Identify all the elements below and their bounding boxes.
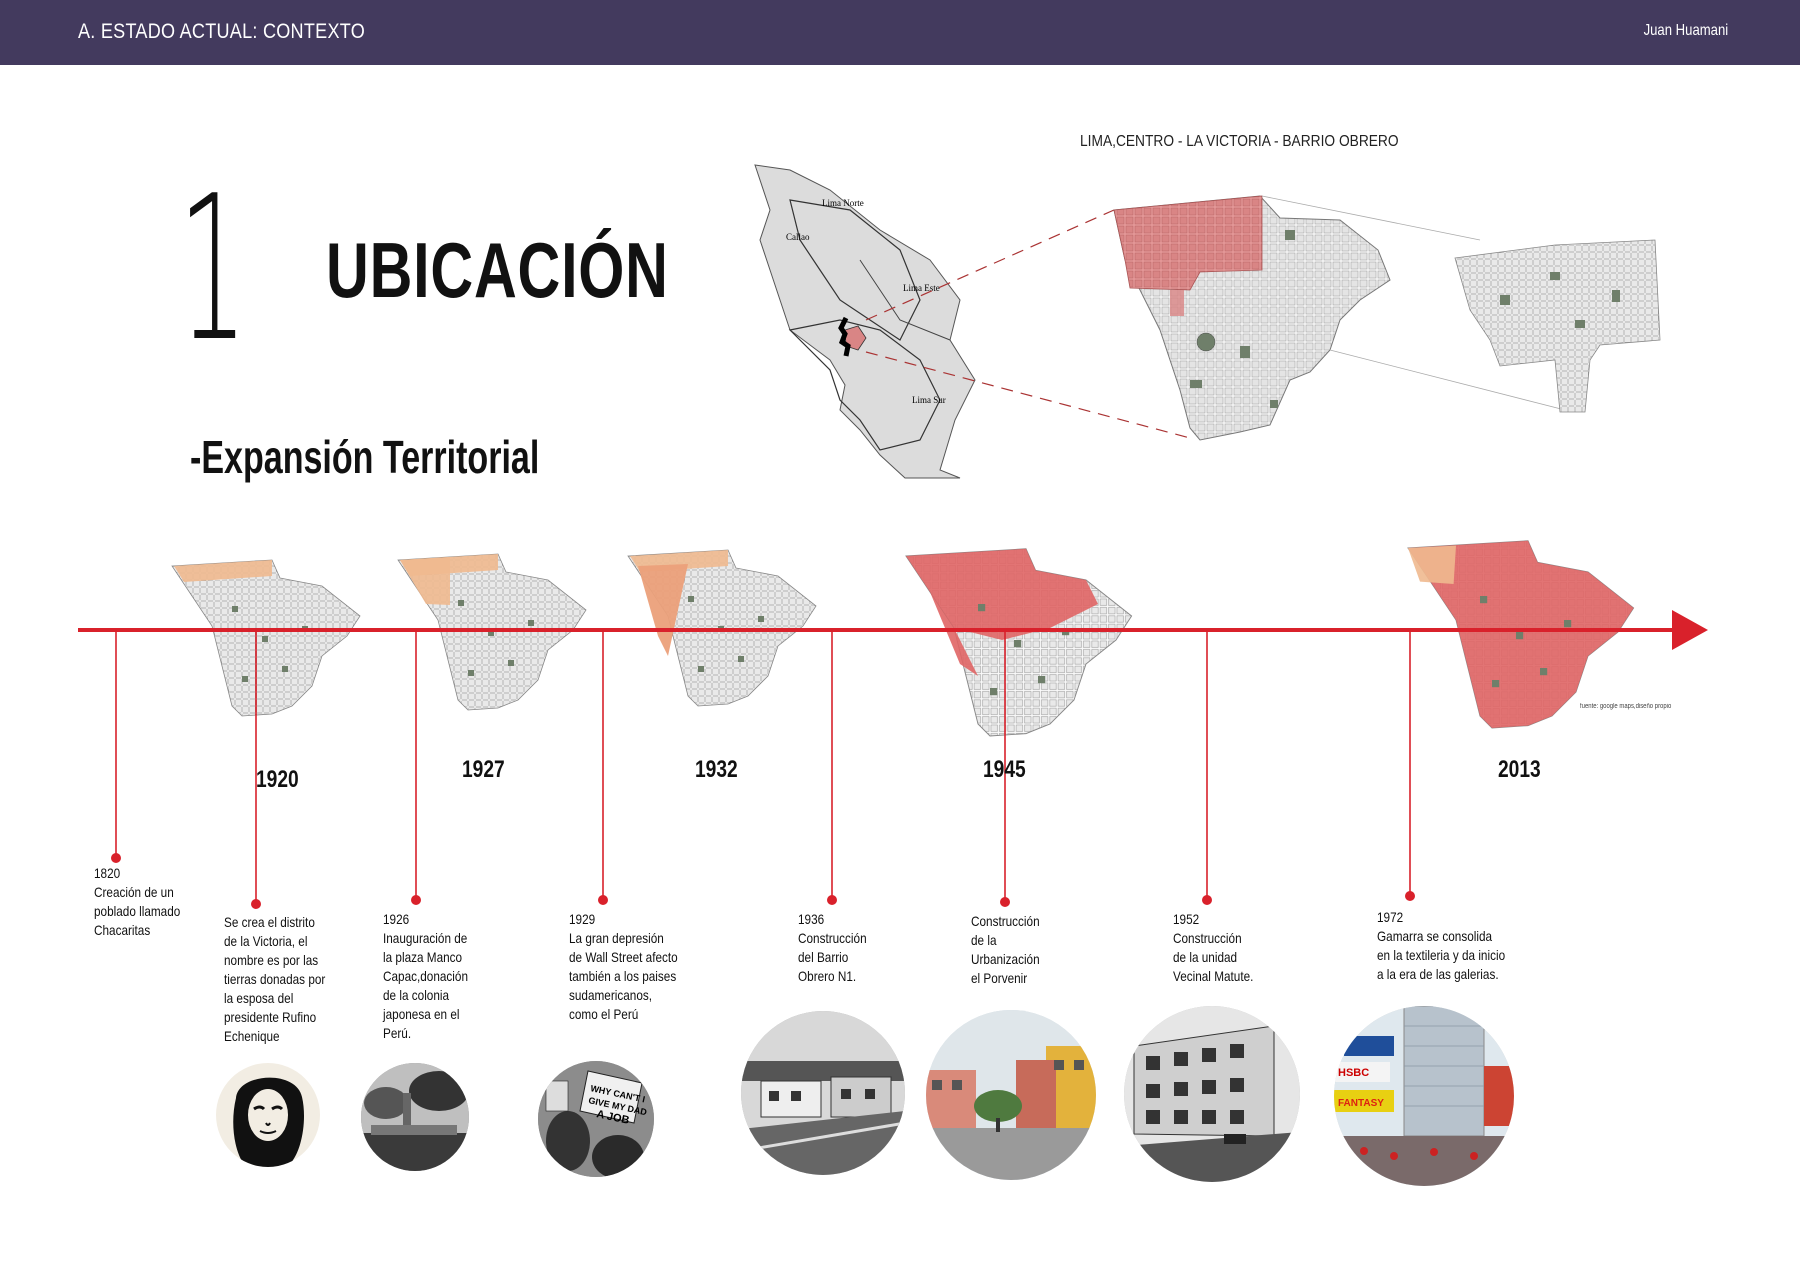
event-dot <box>251 899 261 909</box>
urbanizacion-photo <box>926 1010 1096 1180</box>
expansion-year-label: 2013 <box>1498 756 1541 783</box>
plaza-photo <box>361 1063 469 1171</box>
timeline-arrow <box>1672 610 1708 650</box>
expansion-map <box>1407 540 1635 729</box>
timeline-event-text: 1936 Construcción del Barrio Obrero N1. <box>798 911 867 984</box>
expansion-year-label: 1927 <box>462 756 505 783</box>
expansion-map <box>171 559 361 717</box>
protest-photo: WHY CAN'T I GIVE MY DAD A JOB <box>538 1061 654 1177</box>
timeline-event-text: 1952 Construcción de la unidad Vecinal M… <box>1173 911 1254 984</box>
event-dot <box>598 895 608 905</box>
map-source-note: fuente: google maps,diseño propio <box>1580 703 1672 710</box>
timeline-event-text: Se crea el distrito de la Victoria, el n… <box>224 914 326 1044</box>
event-dot <box>111 853 121 863</box>
timeline-event-text: 1820 Creación de un poblado llamado Chac… <box>94 865 181 938</box>
expansion-year-label: 1920 <box>256 766 299 793</box>
svg-text:HSBC: HSBC <box>1338 1067 1369 1079</box>
event-dot <box>1405 891 1415 901</box>
event-dot <box>827 895 837 905</box>
portrait-photo <box>216 1063 320 1167</box>
timeline-event-text: 1929 La gran depresión de Wall Street af… <box>569 911 678 1022</box>
unidad-vecinal-photo <box>1124 1006 1300 1182</box>
event-dot <box>411 895 421 905</box>
expansion-map <box>905 548 1133 737</box>
barrio-obrero-photo <box>741 1011 905 1175</box>
expansion-year-label: 1932 <box>695 756 738 783</box>
event-dot <box>1202 895 1212 905</box>
expansion-year-label: 1945 <box>983 756 1026 783</box>
timeline-event-text: 1972 Gamarra se consolida en la textiler… <box>1377 909 1506 982</box>
timeline-event-text: Construcción de la Urbanización el Porve… <box>971 913 1040 986</box>
timeline-event-text: 1926 Inauguración de la plaza Manco Capa… <box>383 911 468 1041</box>
svg-text:FANTASY: FANTASY <box>1338 1098 1384 1109</box>
gamarra-photo: HSBC FANTASY <box>1334 1006 1514 1186</box>
event-dot <box>1000 897 1010 907</box>
